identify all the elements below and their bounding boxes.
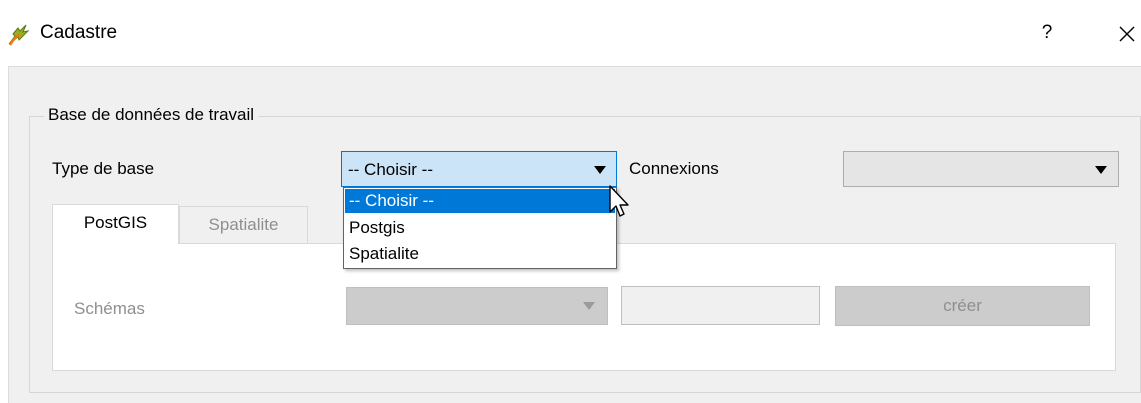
help-button[interactable]: ? bbox=[1035, 19, 1059, 47]
schemas-combo[interactable] bbox=[346, 287, 608, 325]
dropdown-option-spatialite[interactable]: Spatialite bbox=[345, 242, 615, 266]
tab-spatialite[interactable]: Spatialite bbox=[179, 206, 308, 244]
cadastre-dialog: Cadastre ? Base de données de travail Ty… bbox=[0, 0, 1141, 403]
schemas-label: Schémas bbox=[74, 299, 145, 318]
tab-postgis[interactable]: PostGIS bbox=[52, 204, 179, 244]
close-icon[interactable] bbox=[1112, 18, 1140, 48]
database-type-label: Type de base bbox=[52, 159, 155, 178]
create-schema-button[interactable]: créer bbox=[835, 286, 1090, 326]
groupbox-title: Base de données de travail bbox=[44, 103, 259, 127]
chevron-down-icon bbox=[583, 302, 595, 310]
connections-combo[interactable] bbox=[843, 151, 1119, 187]
database-type-value: -- Choisir -- bbox=[348, 160, 433, 179]
mouse-cursor-icon bbox=[608, 184, 636, 220]
connections-label: Connexions bbox=[629, 159, 719, 178]
window-title: Cadastre bbox=[40, 22, 118, 43]
title-bar: Cadastre ? bbox=[0, 0, 1141, 66]
chevron-down-icon bbox=[594, 166, 606, 174]
database-type-combo[interactable]: -- Choisir -- bbox=[341, 151, 617, 187]
chevron-down-icon bbox=[1095, 166, 1107, 174]
dropdown-option-postgis[interactable]: Postgis bbox=[345, 216, 615, 240]
new-schema-field[interactable] bbox=[621, 286, 820, 325]
qgis-icon bbox=[6, 22, 32, 48]
database-type-dropdown-list: -- Choisir -- Postgis Spatialite bbox=[343, 187, 617, 269]
dropdown-option-choose[interactable]: -- Choisir -- bbox=[345, 189, 615, 213]
